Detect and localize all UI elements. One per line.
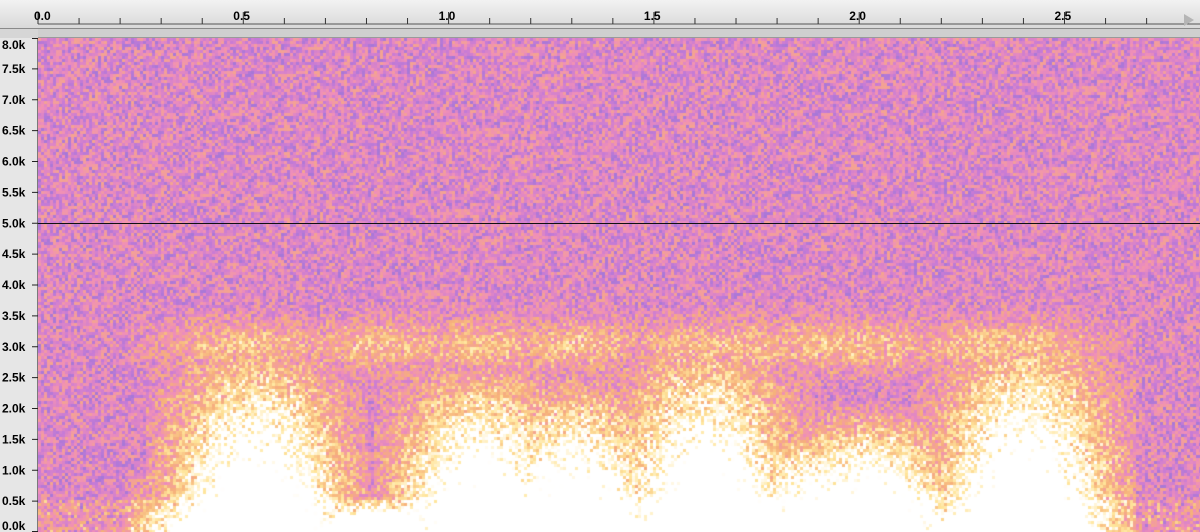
frequency-tick-label: 8.0k: [2, 38, 26, 52]
frequency-axis-labels: 8.0k 7.5k 7.0k 6.5k 6.0k 5.5k 5.0k 4.5k 4.0k 3.5k…: [2, 38, 38, 532]
frequency-tick-label: 6.5k: [2, 124, 26, 138]
ruler-tick-label: 2.5: [1055, 9, 1072, 23]
frequency-tick-label: 4.0k: [2, 278, 26, 292]
ruler-tick-label: 2.0: [849, 9, 866, 23]
frequency-tick-label: 3.5k: [2, 309, 26, 323]
frequency-selection-line[interactable]: [38, 223, 1200, 225]
time-ruler-ticks: 0.0 0.5 1.0 1.5 2.0 2.5: [34, 9, 1200, 25]
frequency-tick-label: 4.5k: [2, 247, 26, 261]
track-header-strip: [38, 29, 1200, 38]
time-ruler[interactable]: 0.0 0.5 1.0 1.5 2.0 2.5: [0, 0, 1200, 29]
frequency-tick-label: 1.0k: [2, 463, 26, 477]
frequency-tick-label: 2.0k: [2, 402, 26, 416]
play-head-triangle-icon[interactable]: [1184, 14, 1194, 26]
frequency-tick-label: 0.0k: [2, 519, 26, 532]
frequency-tick-label: 7.0k: [2, 93, 26, 107]
frequency-tick-label: 5.5k: [2, 185, 26, 199]
ruler-tick-label: 0.5: [233, 9, 250, 23]
spectrogram-canvas[interactable]: [38, 38, 1200, 532]
ruler-tick-label: 0.0: [34, 9, 51, 23]
ruler-tick-label: 1.5: [644, 9, 661, 23]
ruler-tick-label: 1.0: [439, 9, 456, 23]
frequency-tick-label: 7.5k: [2, 62, 26, 76]
frequency-tick-label: 0.5k: [2, 494, 26, 508]
frequency-tick-label: 3.0k: [2, 340, 26, 354]
frequency-tick-label: 6.0k: [2, 155, 26, 169]
spectrogram-view[interactable]: [38, 38, 1200, 532]
frequency-tick-label: 2.5k: [2, 371, 26, 385]
frequency-tick-label: 1.5k: [2, 432, 26, 446]
frequency-axis[interactable]: 8.0k 7.5k 7.0k 6.5k 6.0k 5.5k 5.0k 4.5k 4.0k 3.5k…: [0, 38, 38, 532]
frequency-tick-label: 5.0k: [2, 216, 26, 230]
